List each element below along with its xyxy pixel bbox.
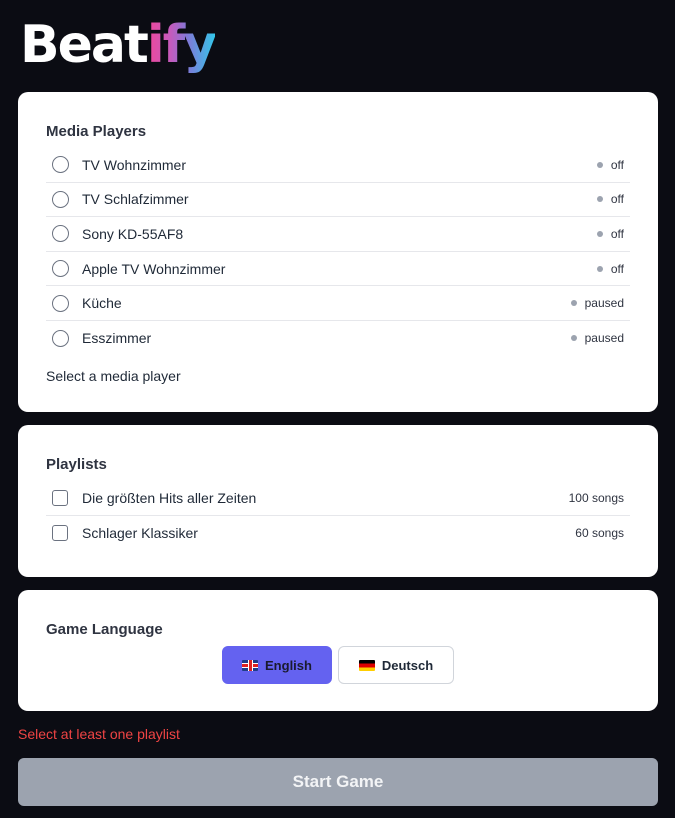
media-player-item[interactable]: Esszimmer paused [46,321,630,356]
media-player-label: Sony KD-55AF8 [82,225,184,242]
language-label: Deutsch [381,657,434,673]
de-flag-icon [358,659,375,671]
language-label: English [265,657,312,673]
checkbox[interactable] [52,489,68,506]
status-badge: off [596,261,624,276]
media-player-label: Küche [82,295,122,312]
status-dot-icon [570,335,577,342]
status-text: off [610,261,624,276]
media-players-title: Media Players [46,123,147,140]
radio-button[interactable] [52,225,69,243]
status-badge: off [596,192,624,207]
playlist-item[interactable]: Schlager Klassiker 60 songs [46,516,630,551]
language-options: English Deutsch [18,646,658,684]
media-player-label: Esszimmer [82,330,152,347]
media-player-item[interactable]: TV Wohnzimmer off [46,148,630,183]
media-player-helper-text: Select a media player [46,368,181,384]
media-player-label: TV Wohnzimmer [82,156,186,173]
start-game-button[interactable]: Start Game [18,758,658,806]
language-button-english[interactable]: English [222,646,332,684]
game-language-title: Game Language [46,621,163,638]
song-count: 60 songs [575,525,624,540]
media-player-item[interactable]: TV Schlafzimmer off [46,183,630,218]
status-badge: paused [570,331,624,346]
radio-button[interactable] [52,190,69,208]
status-text: off [610,157,624,172]
logo-text-main: Beat [20,15,149,75]
media-player-list: TV Wohnzimmer off TV Schlafzimmer off So… [46,148,630,356]
status-dot-icon [596,265,603,272]
playlists-card: Playlists Die größten Hits aller Zeiten … [18,425,658,577]
status-dot-icon [570,300,577,307]
radio-button[interactable] [52,260,69,278]
playlist-item[interactable]: Die größten Hits aller Zeiten 100 songs [46,481,630,516]
radio-button[interactable] [52,156,69,174]
playlist-label: Schlager Klassiker [82,524,198,541]
status-dot-icon [596,196,603,203]
song-count: 100 songs [568,490,624,505]
error-message: Select at least one playlist [18,726,180,742]
status-badge: paused [570,296,624,311]
status-badge: off [596,157,624,172]
playlist-list: Die größten Hits aller Zeiten 100 songs … [46,481,630,550]
status-text: paused [584,296,624,311]
status-dot-icon [596,230,603,237]
playlist-label: Die größten Hits aller Zeiten [82,489,257,506]
status-text: off [610,226,624,241]
status-badge: off [596,226,624,241]
language-button-deutsch[interactable]: Deutsch [338,646,454,684]
status-dot-icon [596,161,603,168]
media-player-label: Apple TV Wohnzimmer [82,260,226,277]
media-players-card: Media Players TV Wohnzimmer off TV Schla… [18,92,658,412]
status-text: paused [584,331,624,346]
media-player-label: TV Schlafzimmer [82,191,189,208]
radio-button[interactable] [52,294,69,312]
uk-flag-icon [242,659,259,671]
game-language-card: Game Language English Deutsch [18,590,658,711]
radio-button[interactable] [52,329,69,347]
beatify-logo: Beat ify [20,10,217,80]
media-player-item[interactable]: Küche paused [46,286,630,321]
media-player-item[interactable]: Sony KD-55AF8 off [46,217,630,252]
media-player-item[interactable]: Apple TV Wohnzimmer off [46,252,630,287]
logo-text-accent: ify [147,10,217,80]
playlists-title: Playlists [46,456,107,473]
status-text: off [610,192,624,207]
checkbox[interactable] [52,524,68,541]
